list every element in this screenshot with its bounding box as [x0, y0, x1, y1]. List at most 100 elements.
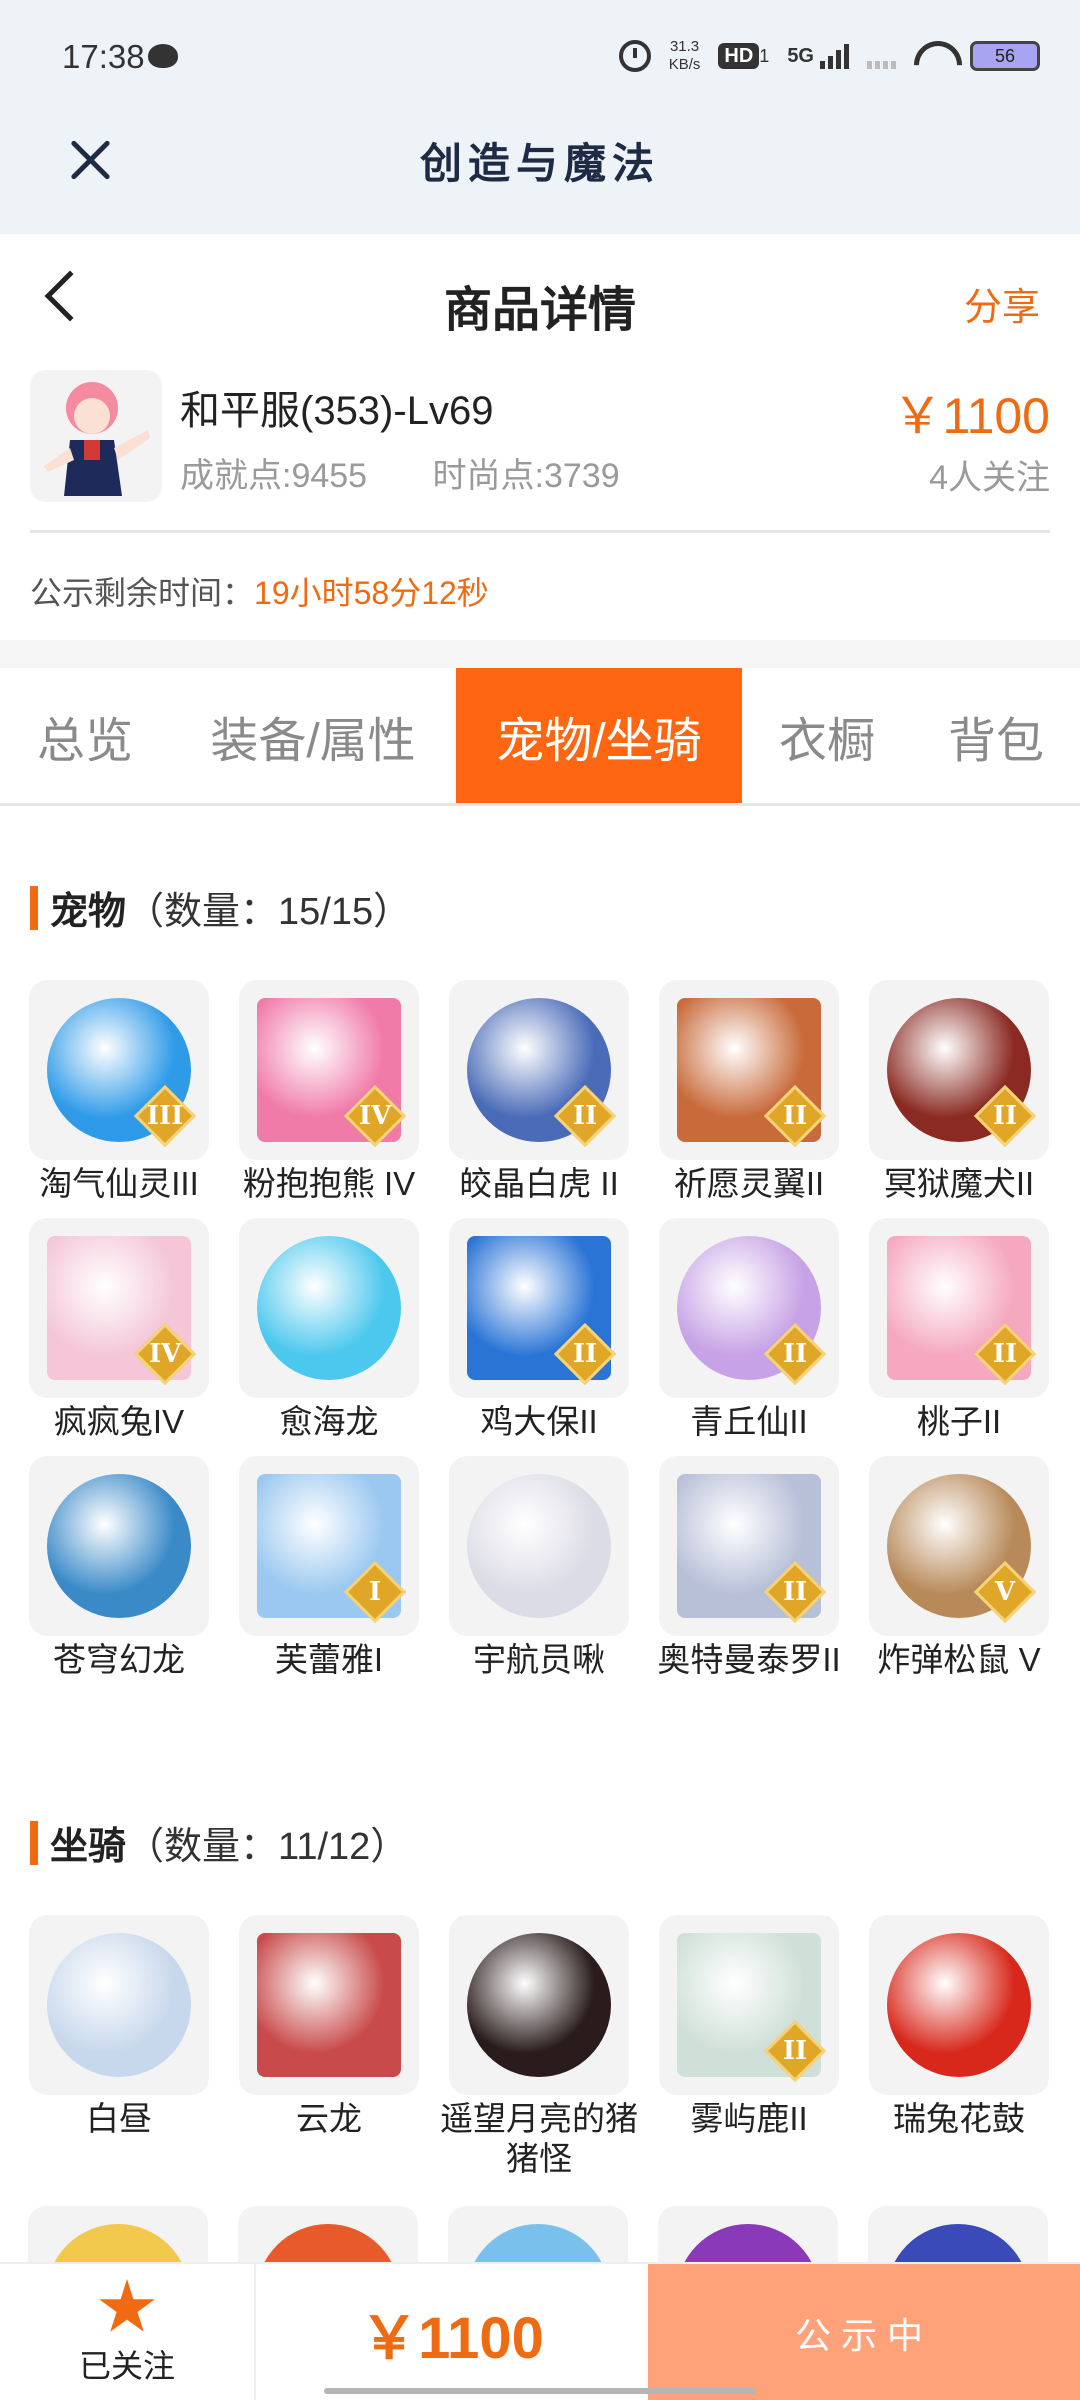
sea-dragon-icon	[257, 1236, 401, 1380]
pets-item[interactable]: II 冥狱魔犬II	[868, 980, 1050, 1204]
tab-overview[interactable]: 总览	[0, 668, 170, 803]
bottom-price: ￥1100	[360, 2306, 544, 2371]
countdown-label: 公示剩余时间：	[30, 575, 255, 611]
section-marker	[30, 1820, 38, 1865]
pets-thumb[interactable]: IV	[239, 980, 419, 1160]
tier-badge-text: II	[572, 1339, 598, 1369]
pets-name: 冥狱魔犬II	[883, 1165, 1035, 1202]
mounts-item[interactable]: 瑞兔花鼓	[868, 1915, 1050, 2179]
pets-thumb[interactable]: II	[449, 980, 629, 1160]
hd-indicator: HD 1	[718, 42, 770, 69]
divider	[30, 530, 1050, 533]
pets-item[interactable]: II 皎晶白虎 II	[448, 980, 630, 1204]
status-bar: 17:38 31.3 KB/s HD 1 5G 56	[0, 0, 1080, 110]
pets-item[interactable]: III 淘气仙灵III	[28, 980, 210, 1204]
pets-name: 苍穹幻龙	[53, 1641, 185, 1678]
pets-item[interactable]: 愈海龙	[238, 1218, 420, 1442]
mounts-thumb[interactable]	[449, 1915, 629, 2095]
mounts-thumb[interactable]	[239, 1915, 419, 2095]
share-button[interactable]: 分享	[964, 276, 1040, 331]
character-avatar-art	[30, 370, 162, 502]
mounts-item[interactable]: 云龙	[238, 1915, 420, 2179]
pets-name: 宇航员啾	[473, 1641, 605, 1678]
page-header: 商品详情 分享	[0, 234, 1080, 364]
publicity-status-button[interactable]: 公示中	[648, 2264, 1080, 2400]
mounts-item[interactable]: 白昼	[28, 1915, 210, 2179]
pets-thumb[interactable]: I	[239, 1456, 419, 1636]
net-speed-value: 31.3	[669, 38, 700, 55]
mounts-count: （数量：11/12）	[126, 1826, 409, 1868]
follow-button[interactable]: 已关注	[0, 2264, 256, 2400]
pets-thumb[interactable]: IV	[29, 1218, 209, 1398]
pets-thumb[interactable]: II	[869, 980, 1049, 1160]
mounts-name: 瑞兔花鼓	[893, 2100, 1025, 2137]
astronaut-bird-icon	[467, 1474, 611, 1618]
pets-item[interactable]: II 桃子II	[868, 1218, 1050, 1442]
tab-equipment-attributes[interactable]: 装备/属性	[180, 668, 446, 803]
mounts-item[interactable]: 遥望月亮的猪猪怪	[440, 1915, 638, 2179]
page-title: 商品详情	[443, 284, 636, 337]
tab-wardrobe[interactable]: 衣橱	[742, 668, 912, 803]
hd-sub: 1	[759, 45, 770, 66]
network-type: 5G	[787, 44, 814, 67]
tier-badge-text: V	[994, 1577, 1016, 1607]
pets-thumb[interactable]: II	[659, 1218, 839, 1398]
pets-name: 淘气仙灵III	[39, 1165, 199, 1202]
signal-2-icon	[867, 43, 896, 69]
tab-backpack[interactable]: 背包	[912, 668, 1080, 803]
pets-item[interactable]: II 青丘仙II	[658, 1218, 840, 1442]
pets-thumb[interactable]: II	[659, 980, 839, 1160]
pets-item[interactable]: IV 粉抱抱熊 IV	[238, 980, 420, 1204]
pets-name: 青丘仙II	[690, 1403, 808, 1440]
pets-item[interactable]: 苍穹幻龙	[28, 1456, 210, 1680]
mounts-name: 白昼	[86, 2100, 152, 2137]
mounts-thumb[interactable]	[869, 1915, 1049, 2095]
product-name: 和平服(353)-Lv69	[180, 389, 494, 433]
pets-name: 疯疯兔IV	[53, 1403, 185, 1440]
countdown-value: 19小时58分12秒	[254, 575, 489, 611]
pets-item[interactable]: II 奥特曼泰罗II	[657, 1456, 841, 1680]
tier-badge-text: II	[782, 2036, 808, 2066]
pets-name: 皎晶白虎 II	[459, 1165, 619, 1202]
pets-thumb[interactable]	[239, 1218, 419, 1398]
pets-thumb[interactable]: II	[869, 1218, 1049, 1398]
tier-badge-text: II	[782, 1577, 808, 1607]
pets-grid: III 淘气仙灵III IV 粉抱抱熊 IV II 皎晶白虎 II II 祈愿灵翼II II 冥狱…	[28, 980, 1052, 1680]
mounts-section-title: 坐骑 （数量：11/12）	[30, 1815, 408, 1870]
tier-badge-text: II	[782, 1339, 808, 1369]
pets-thumb[interactable]: III	[29, 980, 209, 1160]
follower-count: 4人关注	[929, 459, 1050, 497]
home-indicator[interactable]	[324, 2388, 756, 2394]
mounts-item[interactable]: II 雾屿鹿II	[658, 1915, 840, 2179]
pets-name: 祈愿灵翼II	[673, 1165, 825, 1202]
pets-thumb[interactable]	[29, 1456, 209, 1636]
net-speed-unit: KB/s	[668, 56, 701, 73]
net-speed: 31.3 KB/s	[669, 38, 701, 74]
pets-thumb[interactable]: II	[659, 1456, 839, 1636]
tab-pets-mounts[interactable]: 宠物/坐骑	[456, 668, 742, 803]
pets-name: 炸弹松鼠 V	[877, 1641, 1041, 1678]
pets-item[interactable]: II 鸡大保II	[448, 1218, 630, 1442]
detail-tabs: 总览 装备/属性 宠物/坐骑 衣橱 背包	[0, 668, 1080, 806]
follow-label: 已关注	[78, 2348, 175, 2384]
app-bar: 创造与魔法	[0, 110, 1080, 234]
alarm-icon	[618, 40, 651, 72]
status-icons: 31.3 KB/s HD 1 5G 56	[618, 36, 1040, 76]
pets-item[interactable]: IV 疯疯兔IV	[28, 1218, 210, 1442]
mounts-thumb[interactable]: II	[659, 1915, 839, 2095]
pets-thumb[interactable]: V	[869, 1456, 1049, 1636]
tier-badge-text: I	[368, 1577, 382, 1607]
product-price: ￥1100	[892, 388, 1050, 444]
pets-item[interactable]: 宇航员啾	[448, 1456, 630, 1680]
tier-badge-text: IV	[358, 1101, 392, 1131]
pets-thumb[interactable]	[449, 1456, 629, 1636]
tier-badge-text: II	[992, 1101, 1018, 1131]
pets-item[interactable]: I 芙蕾雅I	[238, 1456, 420, 1680]
pets-name: 桃子II	[916, 1403, 1002, 1440]
pets-item[interactable]: V 炸弹松鼠 V	[868, 1456, 1050, 1680]
pets-thumb[interactable]: II	[449, 1218, 629, 1398]
fashion-points: 时尚点:3739	[432, 457, 620, 495]
pets-item[interactable]: II 祈愿灵翼II	[658, 980, 840, 1204]
tier-badge-text: II	[572, 1101, 598, 1131]
mounts-thumb[interactable]	[29, 1915, 209, 2095]
